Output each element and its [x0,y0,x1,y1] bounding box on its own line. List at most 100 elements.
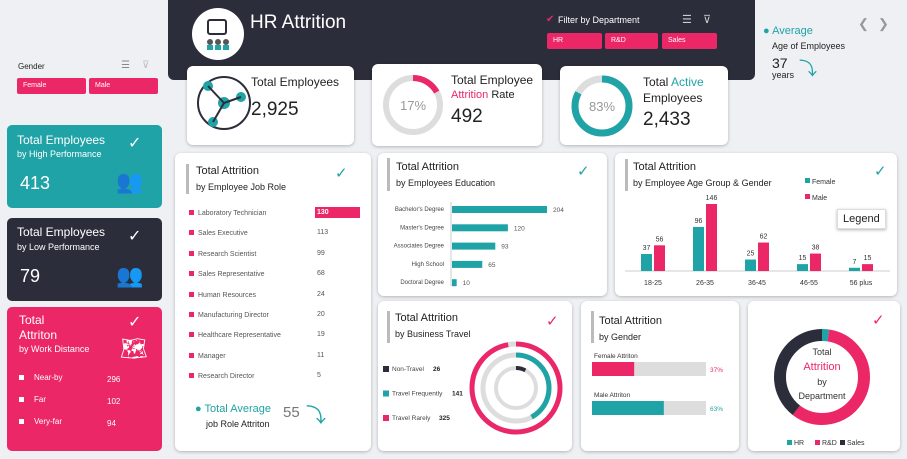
age-value-label: 37 [643,245,651,252]
kpi-active: 83% Total Active Employees 2,433 [560,66,728,145]
department-title-text: by [817,377,827,387]
education-category-label: Bachelor's Degree [395,207,445,213]
age-value-label: 25 [747,251,755,258]
education-value-label: 65 [488,262,496,269]
down-arrow-icon: ⤵ [799,59,817,79]
job-role-value: 113 [317,229,329,237]
attrition-label-2: Attrition Rate [451,89,515,101]
prev-page-button[interactable]: ❮ [858,16,869,32]
legend-swatch [787,440,792,445]
filter-title: Filter by Department [558,15,640,25]
network-icon [197,76,251,130]
active-label-1: Total Active [643,75,704,89]
legend-swatch [383,415,389,421]
distance-item: Near-by [19,373,62,382]
legend-label: HR [794,440,804,447]
attrition-word: Attrition [451,89,489,101]
high-perf-subtitle: by High Performance [17,149,102,159]
active-label-2: Employees [643,91,703,105]
kpi-attrition: 17% Total Employee Attrition Rate 492 [372,64,542,146]
gender-card: Total Attrition by Gender Female Attrito… [581,301,739,451]
education-bar [452,206,547,213]
filter-hr[interactable]: HR [547,33,602,49]
down-arrow-icon: ⤵ [306,405,326,427]
travel-value-label: 325 [439,415,450,422]
clear-filter-icon[interactable]: ⊽ [142,60,149,71]
job-role-value: 24 [317,290,325,298]
age-value-label: 96 [695,218,703,225]
legend-swatch [805,178,810,183]
distance-item: Very-far [19,417,62,426]
job-role-label: Research Scientist [189,250,256,258]
business-travel-card: Total Attrition by Business Travel ✓ Non… [378,301,572,451]
attrition-donut: 17% [383,75,443,135]
age-bar [745,259,756,271]
next-page-button[interactable]: ❯ [878,16,889,32]
distance-title-1: Total [19,313,45,327]
active-donut: 83% [571,75,633,137]
distance-value: 94 [107,419,116,428]
avg-job-title-text: Total Average [204,403,271,415]
travel-value-label: 26 [433,366,441,373]
travel-value-label: 141 [452,391,463,398]
gender-male-label: Male [95,82,111,89]
legend-swatch [383,390,389,397]
legend-label: R&D [822,440,837,447]
legend-swatch [815,440,820,445]
filter-sales[interactable]: Sales [662,33,717,49]
job-role-value: 5 [317,372,321,380]
age-value-label: 62 [760,234,768,241]
gender-chart: Female Attriton 37% Male Attriton 63% [592,353,723,415]
age-bar [862,264,873,271]
total-employees-label: Total Employees [251,75,340,89]
age-category-label: 36-45 [748,280,766,287]
education-category-label: High School [412,262,444,268]
age-value-label: 7 [853,259,857,266]
legend-swatch [805,194,810,199]
age-category-label: 46-55 [800,280,818,287]
check-icon: ✓ [335,165,348,182]
distance-label: Near-by [34,373,63,382]
multi-select-icon[interactable]: ☰ [121,60,130,71]
age-bar [706,204,717,271]
education-card: Total Attrition by Employees Education ✓… [378,153,607,296]
avg-age-value: 37 [772,55,788,71]
active-percent: 83% [589,99,615,114]
age-group-card: Total Attrition by Employee Age Group & … [615,153,897,296]
age-value-label: 146 [706,195,718,202]
total-word: Total [643,75,672,89]
distance-title-2: Attriton [19,328,58,342]
low-perf-subtitle: by Low Performance [17,242,100,252]
education-category-label: Doctoral Degree [400,280,444,286]
job-role-label: Human Resources [189,291,256,299]
age-bar [849,267,860,271]
education-value-label: 120 [514,225,525,232]
education-category-label: Associates Degree [394,244,445,250]
education-category-label: Master's Degree [400,225,444,231]
clear-filter-icon[interactable]: ⊽ [703,13,711,26]
ring-track [494,366,538,410]
job-role-value: 20 [317,311,325,318]
high-perf-title: Total Employees [17,133,106,147]
multi-select-icon[interactable]: ☰ [682,13,692,26]
title-bar [186,164,189,194]
distance-label: Very-far [34,417,63,426]
job-role-label: Research Director [189,373,254,380]
avg-age-subtitle: Age of Employees [772,41,846,51]
avg-age-unit: years [772,70,795,80]
department-card: ✓ Total Attrition by Department HR R&D Sales [748,301,900,451]
travel-category-label: Travel Frequently [392,391,443,398]
check-icon: ✓ [128,135,142,152]
business-travel-chart: Non-Travel 26 Travel Frequently 141 Travel R… [383,341,563,435]
job-role-card: Total Attrition by Employee Job Role ✓ ●… [175,153,371,451]
age-bar [654,245,665,271]
map-icon: 🗺 [120,336,148,361]
filter-rd[interactable]: R&D [605,33,658,49]
low-perf-value: 79 [20,266,41,286]
kpi-total-employees: Total Employees 2,925 [187,66,354,145]
job-role-label: Sales Executive [189,230,248,237]
people-icon: 👥 [116,169,144,194]
gender-female-button[interactable]: Female [17,78,86,94]
gender-male-button[interactable]: Male [89,78,158,94]
avg-job-title: ● Total Average [195,403,271,415]
